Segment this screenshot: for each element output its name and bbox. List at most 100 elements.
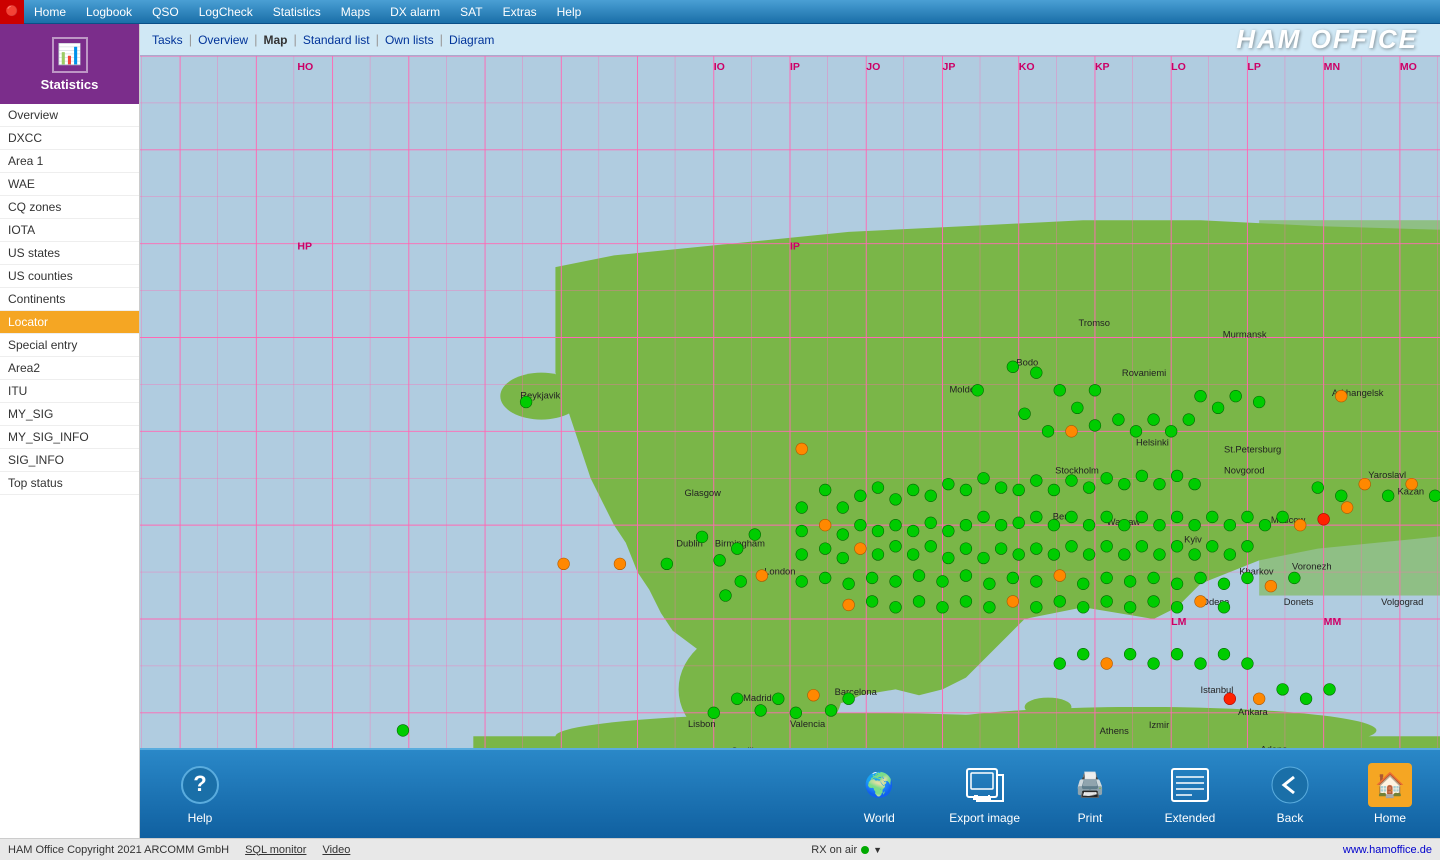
nav-topstatus[interactable]: Top status xyxy=(0,472,139,495)
export-image-button[interactable]: Export image xyxy=(949,763,1020,825)
nav-overview[interactable]: Overview xyxy=(0,104,139,127)
menu-logbook[interactable]: Logbook xyxy=(76,0,142,24)
nav-wae[interactable]: WAE xyxy=(0,173,139,196)
help-button[interactable]: ? Help xyxy=(170,763,230,825)
svg-text:Madrid: Madrid xyxy=(743,693,772,703)
nav-iota[interactable]: IOTA xyxy=(0,219,139,242)
ham-office-title: HAM OFFICE xyxy=(1236,24,1428,55)
nav-itu[interactable]: ITU xyxy=(0,380,139,403)
svg-text:Murmansk: Murmansk xyxy=(1223,329,1267,339)
extended-button[interactable]: Extended xyxy=(1160,763,1220,825)
map-container[interactable]: HO HP IO IP IP JO JP KO KP LO LP MN MO M… xyxy=(140,56,1440,748)
rx-dropdown-icon[interactable]: ▼ xyxy=(873,845,882,855)
toolbar: Tasks | Overview | Map | Standard list |… xyxy=(140,24,1440,56)
toolbar-ownlists[interactable]: Own lists xyxy=(385,33,434,47)
svg-text:LO: LO xyxy=(1171,61,1186,73)
menu-home[interactable]: Home xyxy=(24,0,76,24)
toolbar-standardlist[interactable]: Standard list xyxy=(303,33,370,47)
svg-text:MM: MM xyxy=(1324,616,1342,628)
website-link[interactable]: www.hamoffice.de xyxy=(1343,844,1432,856)
home-button[interactable]: 🏠 Home xyxy=(1360,763,1420,825)
svg-text:IP: IP xyxy=(790,61,800,73)
svg-text:Athens: Athens xyxy=(1100,726,1129,736)
rx-indicator: RX on air ▼ xyxy=(811,844,882,856)
menu-bar: 🔴 Home Logbook QSO LogCheck Statistics M… xyxy=(0,0,1440,24)
nav-mysiginfo[interactable]: MY_SIG_INFO xyxy=(0,426,139,449)
toolbar-map[interactable]: Map xyxy=(263,33,287,47)
menu-logcheck[interactable]: LogCheck xyxy=(189,0,263,24)
help-label: Help xyxy=(188,811,213,825)
help-icon: ? xyxy=(178,763,222,807)
sidebar-nav: Overview DXCC Area 1 WAE CQ zones IOTA U… xyxy=(0,104,139,838)
nav-cqzones[interactable]: CQ zones xyxy=(0,196,139,219)
menu-qso[interactable]: QSO xyxy=(142,0,189,24)
sep2: | xyxy=(254,32,257,47)
nav-area1[interactable]: Area 1 xyxy=(0,150,139,173)
toolbar-diagram[interactable]: Diagram xyxy=(449,33,494,47)
content-area: Tasks | Overview | Map | Standard list |… xyxy=(140,24,1440,838)
world-button[interactable]: 🌍 World xyxy=(849,763,909,825)
copyright-text: HAM Office Copyright 2021 ARCOMM GmbH xyxy=(8,844,229,856)
nav-mysig[interactable]: MY_SIG xyxy=(0,403,139,426)
svg-text:Molde: Molde xyxy=(950,385,976,395)
svg-text:Seville: Seville xyxy=(731,746,759,748)
svg-text:IO: IO xyxy=(714,61,725,73)
nav-continents[interactable]: Continents xyxy=(0,288,139,311)
svg-text:Glasgow: Glasgow xyxy=(684,488,721,498)
menu-help[interactable]: Help xyxy=(547,0,592,24)
toolbar-overview[interactable]: Overview xyxy=(198,33,248,47)
svg-text:Donets: Donets xyxy=(1284,597,1314,607)
nav-locator[interactable]: Locator xyxy=(0,311,139,334)
nav-uscounties[interactable]: US counties xyxy=(0,265,139,288)
home-icon: 🏠 xyxy=(1368,763,1412,807)
svg-text:Adana: Adana xyxy=(1260,745,1288,748)
menu-maps[interactable]: Maps xyxy=(331,0,380,24)
sidebar-icon: 📊 xyxy=(52,37,88,73)
app-icon: 🔴 xyxy=(0,0,24,24)
sidebar-title: Statistics xyxy=(41,77,99,92)
menu-dxalarm[interactable]: DX alarm xyxy=(380,0,450,24)
export-image-icon xyxy=(963,763,1007,807)
extended-label: Extended xyxy=(1165,811,1216,825)
svg-text:Kyiv: Kyiv xyxy=(1184,535,1202,545)
home-label: Home xyxy=(1374,811,1406,825)
print-button[interactable]: 🖨️ Print xyxy=(1060,763,1120,825)
svg-text:Helsinki: Helsinki xyxy=(1136,437,1169,447)
svg-text:Valencia: Valencia xyxy=(790,719,826,729)
print-label: Print xyxy=(1078,811,1103,825)
sql-monitor-link[interactable]: SQL monitor xyxy=(245,844,306,856)
nav-siginfo[interactable]: SIG_INFO xyxy=(0,449,139,472)
svg-text:London: London xyxy=(764,566,795,576)
menu-extras[interactable]: Extras xyxy=(493,0,547,24)
menu-sat[interactable]: SAT xyxy=(450,0,492,24)
svg-text:Bodo: Bodo xyxy=(1016,358,1038,368)
svg-text:Lisbon: Lisbon xyxy=(688,719,716,729)
svg-text:?: ? xyxy=(193,771,206,796)
svg-text:JO: JO xyxy=(866,61,880,73)
svg-text:MO: MO xyxy=(1400,61,1417,73)
svg-text:Izmir: Izmir xyxy=(1149,720,1169,730)
back-icon xyxy=(1268,763,1312,807)
back-button[interactable]: Back xyxy=(1260,763,1320,825)
svg-text:HP: HP xyxy=(297,241,312,253)
status-bar: HAM Office Copyright 2021 ARCOMM GmbH SQ… xyxy=(0,838,1440,860)
svg-text:LP: LP xyxy=(1247,61,1260,73)
svg-text:MN: MN xyxy=(1324,61,1340,73)
extended-icon xyxy=(1168,763,1212,807)
bottom-toolbar: ? Help 🌍 World xyxy=(140,748,1440,838)
nav-specialentry[interactable]: Special entry xyxy=(0,334,139,357)
toolbar-tasks[interactable]: Tasks xyxy=(152,33,183,47)
sep1: | xyxy=(189,32,192,47)
video-link[interactable]: Video xyxy=(322,844,350,856)
menu-statistics[interactable]: Statistics xyxy=(263,0,331,24)
nav-dxcc[interactable]: DXCC xyxy=(0,127,139,150)
svg-text:St.Petersburg: St.Petersburg xyxy=(1224,444,1281,454)
svg-text:IP: IP xyxy=(790,241,800,253)
nav-area2[interactable]: Area2 xyxy=(0,357,139,380)
nav-usstates[interactable]: US states xyxy=(0,242,139,265)
print-icon: 🖨️ xyxy=(1068,763,1112,807)
svg-text:JP: JP xyxy=(942,61,955,73)
sep4: | xyxy=(376,32,379,47)
map-svg: HO HP IO IP IP JO JP KO KP LO LP MN MO M… xyxy=(140,56,1440,748)
sep3: | xyxy=(293,32,296,47)
